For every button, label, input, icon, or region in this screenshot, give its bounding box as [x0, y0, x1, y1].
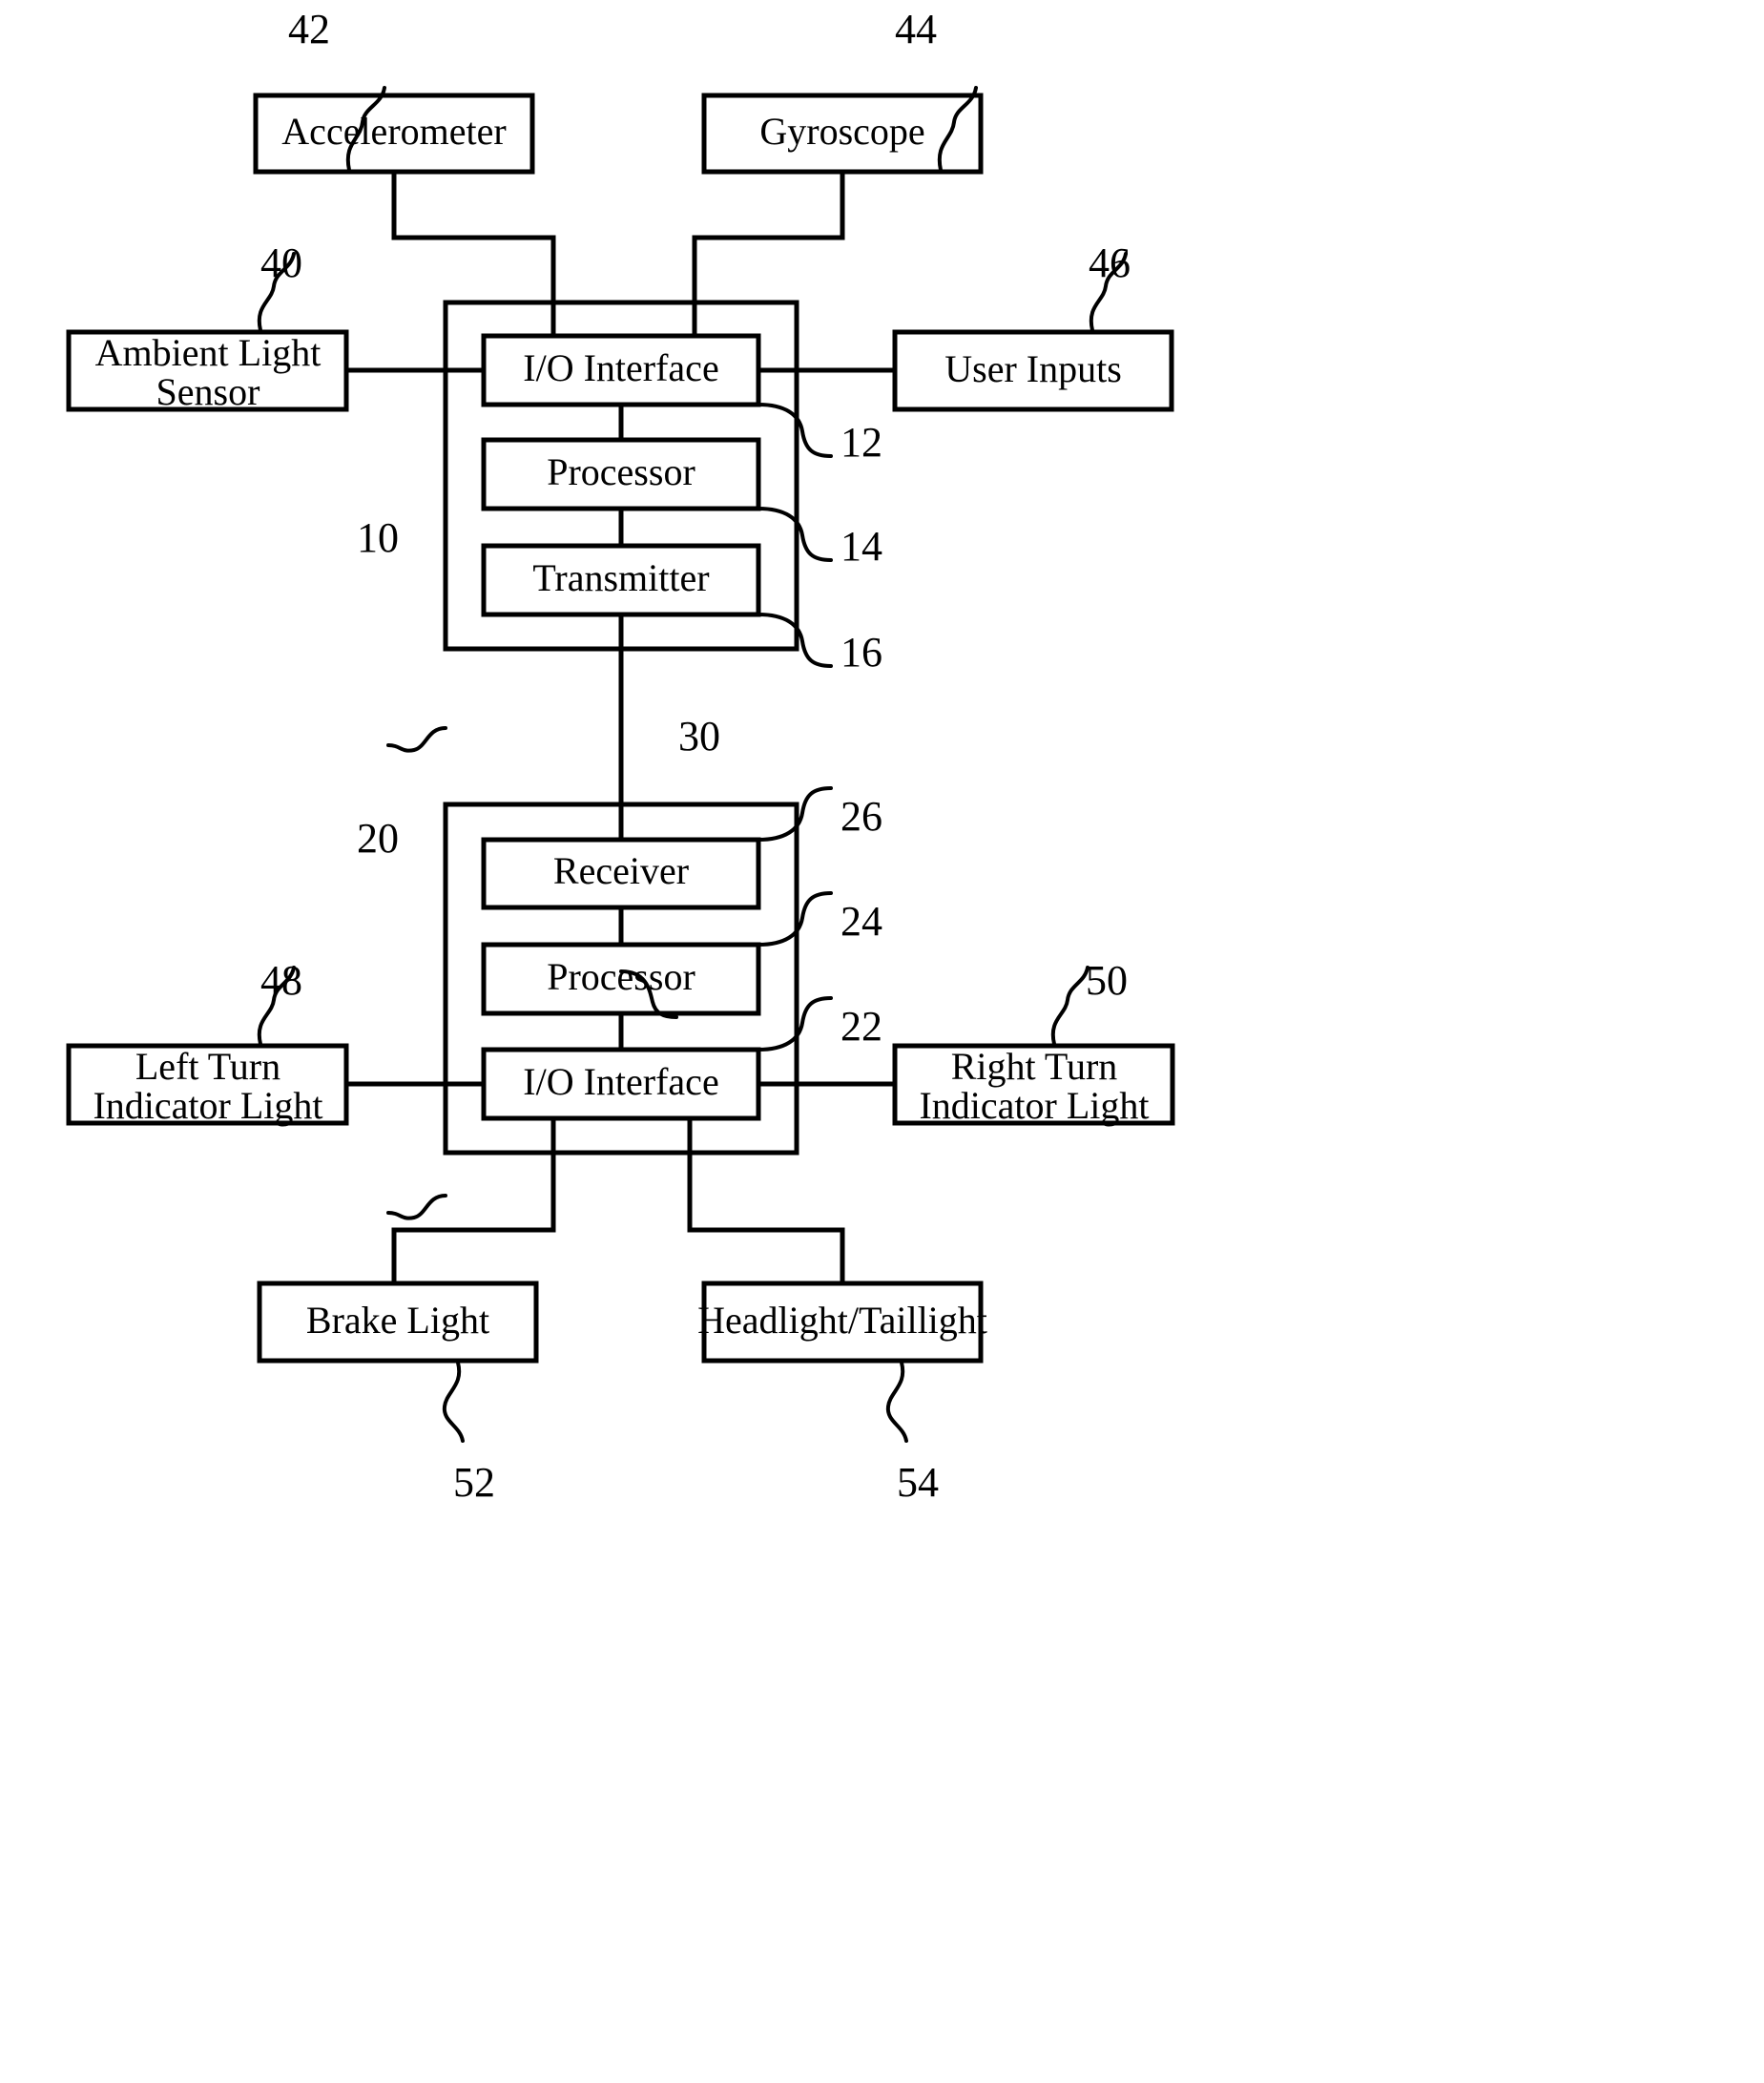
figure-canvas: Accelerometer Gyroscope Ambient Light Se…	[0, 0, 1764, 2083]
ref-30: 30	[678, 713, 720, 760]
wire-io-to-headlight	[687, 1118, 845, 1283]
leader-54	[885, 1361, 908, 1443]
user-inputs-label: User Inputs	[944, 347, 1122, 390]
ref-14: 14	[840, 523, 882, 570]
wire-io-to-brakelight	[391, 1118, 556, 1283]
ref-20: 20	[357, 815, 399, 862]
ref-10: 10	[357, 514, 399, 561]
wire-gyroscope-to-io	[692, 172, 845, 336]
leader-20	[386, 1194, 447, 1220]
ref-26: 26	[840, 793, 882, 840]
processor-upper-label: Processor	[547, 450, 695, 493]
io-interface-upper-label: I/O Interface	[523, 346, 718, 389]
ref-48: 48	[260, 957, 302, 1004]
headlight-taillight-label: Headlight/Taillight	[697, 1299, 987, 1342]
leader-50	[1050, 966, 1090, 1046]
ref-16: 16	[840, 629, 882, 676]
ref-52: 52	[453, 1459, 495, 1506]
transmitter-label: Transmitter	[532, 556, 709, 599]
accelerometer-label: Accelerometer	[281, 110, 506, 153]
left-turn-label-line1: Left Turn	[135, 1045, 280, 1088]
receiver-label: Receiver	[553, 849, 689, 892]
gyroscope-label: Gyroscope	[759, 110, 924, 153]
ref-12: 12	[840, 419, 882, 466]
ref-50: 50	[1086, 957, 1128, 1004]
right-turn-label-line2: Indicator Light	[919, 1084, 1149, 1127]
brake-light-label: Brake Light	[306, 1299, 489, 1342]
ref-44: 44	[895, 6, 937, 52]
ambient-light-sensor-label-line2: Sensor	[156, 370, 260, 413]
wire-accelerometer-to-io	[391, 172, 556, 336]
ref-42: 42	[288, 6, 330, 52]
ref-54: 54	[897, 1459, 939, 1506]
ref-24: 24	[840, 898, 882, 945]
leader-10	[386, 726, 447, 753]
right-turn-label-line1: Right Turn	[951, 1045, 1118, 1088]
ref-46: 46	[1089, 240, 1131, 286]
ref-40: 40	[260, 240, 302, 286]
ambient-light-sensor-label-line1: Ambient Light	[95, 331, 322, 374]
left-turn-label-line2: Indicator Light	[93, 1084, 322, 1127]
ref-22: 22	[840, 1003, 882, 1050]
io-interface-lower-label: I/O Interface	[523, 1060, 718, 1103]
leader-52	[442, 1361, 465, 1443]
processor-lower-label: Processor	[547, 955, 695, 998]
